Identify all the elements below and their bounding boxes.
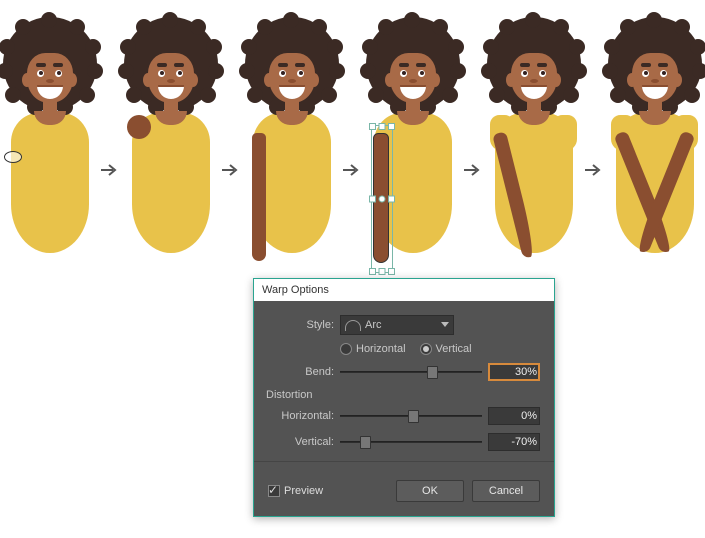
tutorial-step-5 [486, 15, 581, 275]
arc-icon [345, 320, 361, 331]
tutorial-step-3 [244, 15, 339, 275]
distortion-vertical-value[interactable]: -70% [488, 433, 540, 451]
orientation-vertical-radio[interactable]: Vertical [420, 343, 472, 355]
tutorial-step-2 [123, 15, 218, 275]
distortion-vertical-slider[interactable] [340, 435, 482, 449]
cancel-button[interactable]: Cancel [472, 480, 540, 502]
tutorial-strip [2, 10, 702, 280]
dialog-title: Warp Options [254, 279, 554, 301]
step-arrow-icon [343, 15, 361, 275]
preview-label: Preview [284, 485, 323, 497]
ok-button[interactable]: OK [396, 480, 464, 502]
orientation-horizontal-radio[interactable]: Horizontal [340, 343, 406, 355]
tutorial-step-1 [2, 15, 97, 275]
distortion-vertical-label: Vertical: [268, 436, 334, 448]
style-label: Style: [268, 319, 334, 331]
style-value: Arc [365, 319, 382, 331]
step-arrow-icon [464, 15, 482, 275]
warp-options-dialog: Warp Options Style: Arc Horizontal Verti… [253, 278, 555, 517]
orientation-horizontal-label: Horizontal [356, 343, 406, 355]
distortion-horizontal-value[interactable]: 0% [488, 407, 540, 425]
ellipse-tool-indicator [4, 151, 22, 163]
step-arrow-icon [222, 15, 240, 275]
distortion-horizontal-label: Horizontal: [268, 410, 334, 422]
step-arrow-icon [101, 15, 119, 275]
selection-bounding-box[interactable] [371, 125, 393, 273]
style-select[interactable]: Arc [340, 315, 454, 335]
distortion-section-title: Distortion [266, 389, 540, 401]
bend-label: Bend: [268, 366, 334, 378]
step-arrow-icon [585, 15, 603, 275]
tutorial-step-6 [607, 15, 702, 275]
orientation-vertical-label: Vertical [436, 343, 472, 355]
bend-slider[interactable] [340, 365, 482, 379]
preview-checkbox[interactable]: Preview [268, 485, 323, 497]
bend-value[interactable]: 30% [488, 363, 540, 381]
tutorial-step-4 [365, 15, 460, 275]
check-icon [268, 485, 280, 497]
distortion-horizontal-slider[interactable] [340, 409, 482, 423]
chevron-down-icon [441, 322, 449, 327]
